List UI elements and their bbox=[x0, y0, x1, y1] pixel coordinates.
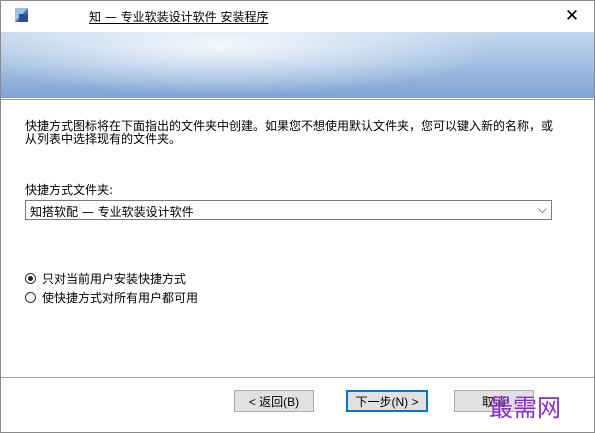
close-icon: ✕ bbox=[564, 6, 580, 26]
shortcut-folder-label: 快捷方式文件夹: bbox=[25, 183, 114, 197]
radio-button-unselected[interactable] bbox=[25, 292, 36, 303]
header-banner bbox=[1, 32, 594, 98]
radio-dot bbox=[28, 276, 33, 281]
back-button[interactable]: < 返回(B) bbox=[234, 390, 314, 412]
header-divider bbox=[1, 99, 594, 100]
chevron-down-icon[interactable]: ⌵ bbox=[538, 202, 547, 217]
close-button[interactable]: ✕ bbox=[550, 1, 594, 31]
title-bar[interactable]: 知 — 专业软装设计软件 安装程序 ✕ bbox=[1, 1, 594, 31]
radio-button-selected[interactable] bbox=[25, 273, 36, 284]
radio-current-user-label: 只对当前用户安装快捷方式 bbox=[42, 272, 187, 286]
radio-all-users-label: 使快捷方式对所有用户都可用 bbox=[42, 291, 199, 305]
shortcut-folder-value: 知搭软配 — 专业软装设计软件 bbox=[30, 205, 194, 219]
next-button[interactable]: 下一步(N) > bbox=[346, 390, 428, 412]
installer-app-icon bbox=[15, 8, 28, 22]
watermark-text: 最需网 bbox=[489, 394, 561, 422]
radio-current-user[interactable]: 只对当前用户安装快捷方式 bbox=[25, 270, 186, 287]
installer-window: 知 — 专业软装设计软件 安装程序 ✕ 快捷方式图标将在下面指出的文件夹中创建。… bbox=[0, 0, 595, 433]
shortcut-folder-combobox[interactable]: 知搭软配 — 专业软装设计软件 ⌵ bbox=[25, 200, 552, 220]
radio-all-users[interactable]: 使快捷方式对所有用户都可用 bbox=[25, 289, 198, 306]
instruction-text: 快捷方式图标将在下面指出的文件夹中创建。如果您不想使用默认文件夹，您可以键入新的… bbox=[25, 119, 554, 146]
window-title: 知 — 专业软装设计软件 安装程序 bbox=[89, 10, 269, 24]
footer-divider bbox=[1, 377, 594, 378]
banner-glow bbox=[1, 32, 501, 96]
